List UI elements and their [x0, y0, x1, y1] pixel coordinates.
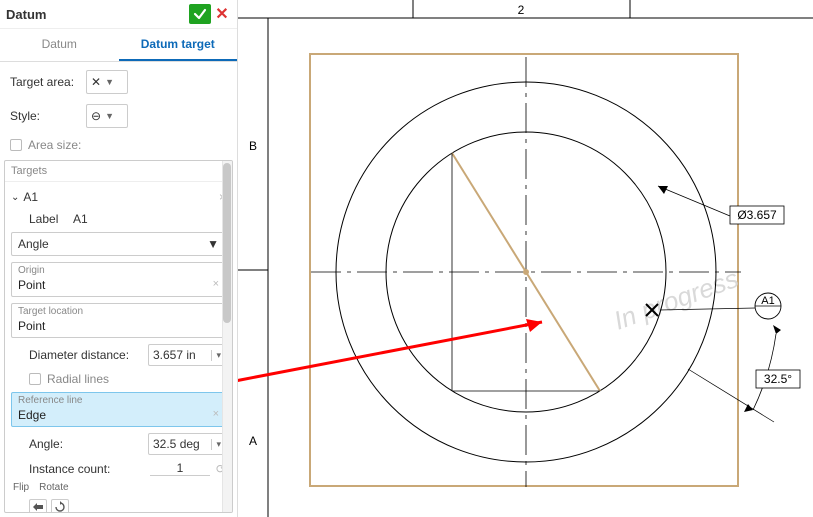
area-size-checkbox[interactable]: [10, 139, 22, 151]
panel-header: Datum ✕: [0, 0, 237, 29]
rotate-button[interactable]: [51, 499, 69, 513]
row-label-b: B: [249, 139, 257, 153]
row-label-a: A: [249, 434, 257, 448]
style-dropdown[interactable]: ⊖ ▼: [86, 104, 128, 128]
flip-button[interactable]: [29, 499, 47, 513]
origin-label: Origin: [18, 265, 219, 276]
column-label: 2: [518, 3, 525, 17]
target-location-value: Point: [18, 317, 219, 335]
scrollbar[interactable]: [222, 161, 232, 512]
target-area-label: Target area:: [10, 75, 80, 89]
diameter-distance-input[interactable]: 3.657 in ▾: [148, 344, 226, 366]
tabs: Datum Datum target: [0, 29, 237, 62]
targets-header: Targets: [5, 161, 232, 182]
datum-balloon-text: A1: [761, 295, 774, 307]
instance-count-label: Instance count:: [29, 462, 144, 476]
cancel-button[interactable]: ✕: [213, 5, 231, 23]
angle-mode-value: Angle: [18, 237, 49, 251]
origin-value: Point: [18, 278, 45, 292]
tab-datum[interactable]: Datum: [0, 29, 119, 61]
drawing-svg: 2 B A In progress: [238, 0, 813, 517]
close-icon: ✕: [215, 4, 228, 24]
datum-panel: Datum ✕ Datum Datum target Target area: …: [0, 0, 238, 517]
angle-label: Angle:: [29, 437, 142, 451]
angle-value: 32.5 deg: [153, 437, 200, 451]
tree-node-a1[interactable]: ⌄ A1 ×: [11, 188, 226, 206]
label-value: A1: [73, 212, 88, 226]
chevron-down-icon: ▾: [211, 439, 221, 450]
label-field-label: Label: [29, 212, 67, 226]
reference-line-label: Reference line: [18, 395, 219, 406]
drawing-viewport[interactable]: 2 B A In progress: [238, 0, 813, 517]
reference-line-input[interactable]: Reference line Edge ×: [11, 392, 226, 427]
flip-label: Flip: [13, 482, 29, 493]
area-size-label: Area size:: [28, 138, 81, 152]
scrollbar-thumb[interactable]: [223, 163, 231, 323]
chevron-down-icon: ▼: [105, 111, 114, 121]
rotate-label: Rotate: [39, 482, 68, 493]
diameter-callout: Ø3.657: [737, 208, 777, 222]
radial-lines-checkbox[interactable]: [29, 373, 41, 385]
accept-button[interactable]: [189, 4, 211, 24]
instance-count-value: 1: [150, 461, 210, 476]
x-icon: ✕: [91, 75, 101, 89]
tab-datum-target[interactable]: Datum target: [119, 29, 238, 61]
clear-origin-button[interactable]: ×: [213, 278, 219, 290]
node-name: A1: [23, 190, 38, 204]
chevron-down-icon: ▼: [105, 77, 114, 87]
target-location-label: Target location: [18, 306, 219, 317]
angle-mode-select[interactable]: Angle ▼: [11, 232, 226, 256]
circle-line-icon: ⊖: [91, 109, 101, 123]
reference-line-value: Edge: [18, 408, 46, 422]
target-location-input[interactable]: Target location Point: [11, 303, 226, 338]
angle-callout: 32.5°: [764, 372, 792, 386]
angle-input[interactable]: 32.5 deg ▾: [148, 433, 226, 455]
target-area-dropdown[interactable]: ✕ ▼: [86, 70, 128, 94]
diameter-distance-value: 3.657 in: [153, 348, 196, 362]
panel-title: Datum: [6, 7, 46, 22]
targets-section: Targets ⌄ A1 × Label A1 Angle ▼ Origin P…: [4, 160, 233, 513]
origin-input[interactable]: Origin Point ×: [11, 262, 226, 297]
panel-body: Target area: ✕ ▼ Style: ⊖ ▼ Area size:: [0, 62, 237, 160]
chevron-down-icon[interactable]: ⌄: [11, 192, 19, 203]
style-label: Style:: [10, 109, 80, 123]
diameter-distance-label: Diameter distance:: [29, 348, 142, 362]
chevron-down-icon: ▼: [207, 237, 219, 251]
radial-lines-label: Radial lines: [47, 372, 109, 386]
clear-reference-button[interactable]: ×: [213, 408, 219, 420]
chevron-down-icon: ▾: [211, 350, 221, 361]
